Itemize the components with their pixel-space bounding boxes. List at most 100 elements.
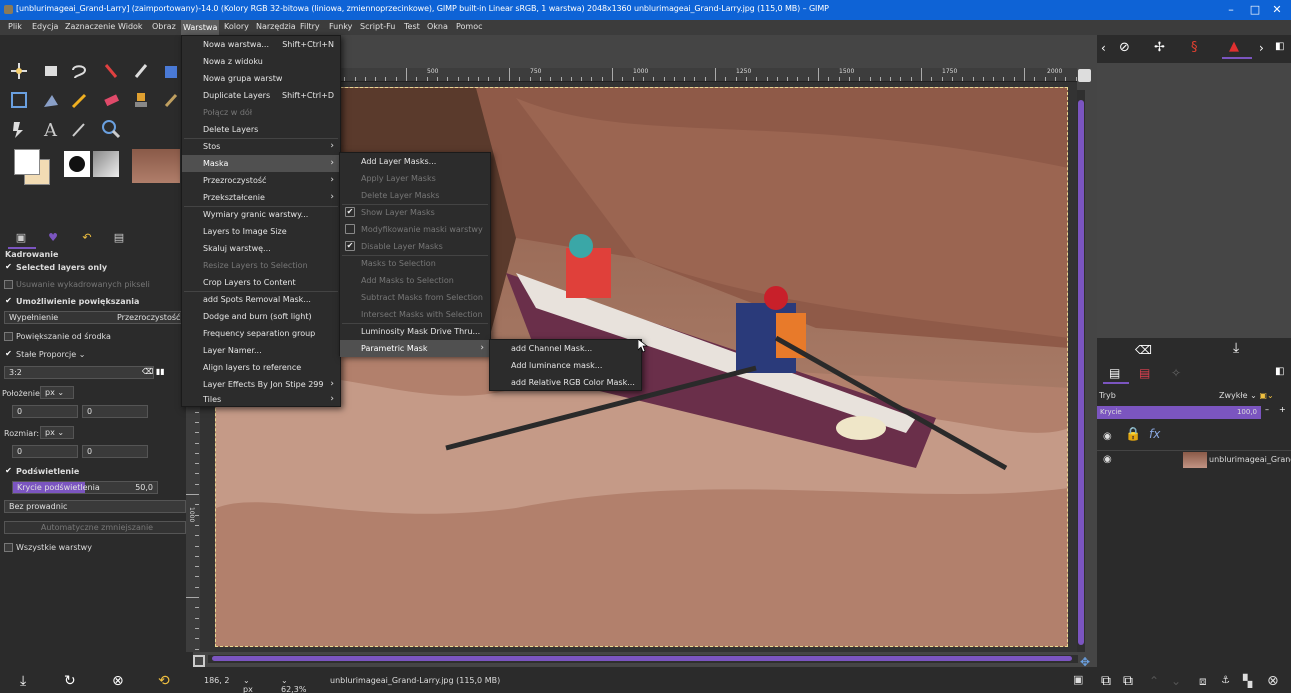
rect-select-tool-icon[interactable]	[40, 60, 62, 82]
layer-row[interactable]: ◉ unblurimageai_Grand-	[1097, 451, 1291, 469]
position-x-input[interactable]: 0	[12, 405, 78, 418]
fuzzy-select-tool-icon[interactable]	[100, 60, 122, 82]
undo-history-tab-icon[interactable]: ↶	[76, 231, 98, 247]
lock-icon[interactable]: 🔒	[1125, 427, 1141, 442]
fixed-mode-value[interactable]: Proporcje	[39, 350, 76, 359]
allow-growing-checkbox[interactable]: ✔ Umożliwienie powiększania	[4, 297, 139, 307]
delete-tool-preset-icon[interactable]: ⊗	[112, 673, 124, 689]
dodge-tool-icon[interactable]	[8, 118, 30, 140]
menu-windows[interactable]: Okna	[425, 22, 450, 31]
menu-select[interactable]: Zaznaczenie	[63, 22, 117, 31]
lower-layer-icon[interactable]: ⌄	[1171, 674, 1181, 688]
menu-item-add-layer-masks[interactable]: Add Layer Masks...	[340, 153, 490, 170]
menu-item-show-layer-masks[interactable]: ✔ Show Layer Masks	[340, 204, 490, 221]
anchor-icon[interactable]: ⚓	[1221, 675, 1230, 686]
highlight-checkbox[interactable]: ✔ Podświetlenie	[4, 467, 79, 477]
navigate-icon[interactable]: ✥	[1080, 655, 1092, 669]
menu-item-frequency-separation[interactable]: Frequency separation group	[182, 325, 340, 342]
image-thumbnail[interactable]	[132, 149, 180, 183]
menu-colors[interactable]: Kolory	[222, 22, 251, 31]
lasso-tool-icon[interactable]	[68, 60, 90, 82]
menu-help[interactable]: Pomoc	[454, 22, 485, 31]
all-layers-checkbox[interactable]: Wszystkie warstwy	[4, 543, 92, 552]
warning-icon[interactable]: ▲	[1229, 39, 1239, 54]
auto-shrink-button[interactable]: Automatyczne zmniejszanie	[4, 521, 186, 534]
unit-select[interactable]: px ⌄	[243, 676, 253, 693]
visibility-eye-icon[interactable]: ◉	[1103, 454, 1112, 465]
mask-icon[interactable]: ▚	[1243, 674, 1252, 688]
menu-item-add-rgb-color-mask[interactable]: add Relative RGB Color Mask...	[490, 374, 641, 391]
images-tab-icon[interactable]: ▤	[108, 231, 130, 247]
vertical-scroll-thumb[interactable]	[1078, 100, 1084, 645]
menu-item-resize-layers-to-selection[interactable]: Resize Layers to Selection	[182, 257, 340, 274]
reset-tool-preset-icon[interactable]: ⟲	[158, 673, 170, 689]
sample-points-icon[interactable]: §	[1191, 40, 1198, 55]
download-icon[interactable]: ⤓	[1233, 340, 1239, 356]
menu-item-delete-layer-masks[interactable]: Delete Layer Masks	[340, 187, 490, 204]
maximize-button[interactable]: □	[1248, 3, 1262, 17]
menu-test[interactable]: Test	[402, 22, 422, 31]
position-unit-select[interactable]: px ⌄	[40, 386, 74, 399]
tool-options-tab-icon[interactable]: ▣	[10, 231, 32, 247]
minimize-button[interactable]: –	[1224, 3, 1238, 17]
size-w-input[interactable]: 0	[12, 445, 78, 458]
opacity-slider[interactable]: Krycie 100,0	[1097, 406, 1261, 419]
menu-item-align-layers[interactable]: Align layers to reference	[182, 359, 340, 376]
zoom-fit-icon[interactable]	[1078, 69, 1091, 82]
clone-tool-icon[interactable]	[130, 89, 152, 111]
menu-item-layer-boundary-size[interactable]: Wymiary granic warstwy...	[182, 206, 340, 223]
new-layer-icon[interactable]: ⧉	[1101, 673, 1111, 689]
text-tool-icon[interactable]: A	[40, 118, 62, 141]
menu-item-layers-to-image-size[interactable]: Layers to Image Size	[182, 223, 340, 240]
zoom-select[interactable]: 62,3% ⌄	[281, 676, 306, 693]
horizontal-scroll-thumb[interactable]	[212, 656, 1072, 661]
fixed-checkbox[interactable]: ✔ Stałe Proporcje ⌄	[4, 350, 85, 360]
dock-menu-icon[interactable]: ◧	[1275, 41, 1284, 52]
channels-tab-icon[interactable]: ▤	[1139, 366, 1150, 380]
menu-layer[interactable]: Warstwa	[181, 20, 220, 35]
opacity-minus-button[interactable]: –	[1265, 405, 1269, 414]
restore-tool-preset-icon[interactable]: ↻	[64, 673, 76, 689]
delete-layer-icon[interactable]: ⊗	[1267, 673, 1279, 689]
fill-select[interactable]: Wypełnienie Przezroczystość	[4, 311, 184, 324]
menu-item-new-layer[interactable]: Nowa warstwa... Shift+Ctrl+N	[182, 36, 340, 53]
menu-view[interactable]: Widok	[116, 22, 145, 31]
menu-tools[interactable]: Narzędzia	[254, 22, 298, 31]
menu-item-transform[interactable]: Przekształcenie ›	[182, 189, 340, 206]
delete-cropped-checkbox[interactable]: Usuwanie wykadrowanych pikseli	[4, 280, 150, 289]
menu-item-tiles[interactable]: Tiles ›	[182, 391, 340, 408]
menu-item-luminosity-mask[interactable]: Luminosity Mask Drive Thru...	[340, 323, 490, 340]
ratio-input[interactable]: 3:2	[4, 366, 154, 379]
pointer-info-icon[interactable]: ✢	[1154, 40, 1165, 55]
chevron-right-icon[interactable]: ›	[1259, 41, 1264, 55]
device-status-tab-icon[interactable]: ♥	[42, 231, 64, 247]
menu-item-crop-layers-to-content[interactable]: Crop Layers to Content	[182, 274, 340, 291]
pencil-tool-icon[interactable]	[68, 89, 90, 111]
mode-switch-icon[interactable]: ▣⌄	[1259, 391, 1273, 400]
menu-filters[interactable]: Filtry	[298, 22, 322, 31]
warp-tool-icon[interactable]	[40, 89, 62, 111]
size-unit-select[interactable]: px ⌄	[40, 426, 74, 439]
menu-item-stack[interactable]: Stos ›	[182, 138, 340, 155]
menu-item-add-channel-mask[interactable]: add Channel Mask...	[490, 340, 641, 357]
menu-item-subtract-masks[interactable]: Subtract Masks from Selection	[340, 289, 490, 306]
menu-item-merge-down[interactable]: Połącz w dół	[182, 104, 340, 121]
highlight-opacity-slider[interactable]: Krycie podświetlenia 50,0	[12, 481, 158, 494]
menu-item-mask[interactable]: Maska ›	[182, 155, 340, 172]
menu-item-new-from-visible[interactable]: Nowa z widoku	[182, 53, 340, 70]
menu-funky[interactable]: Funky	[327, 22, 354, 31]
smudge-tool-icon[interactable]	[160, 89, 182, 111]
fx-icon[interactable]: fx	[1149, 427, 1160, 441]
menu-edit[interactable]: Edycja	[30, 22, 60, 31]
bucket-tool-icon[interactable]	[160, 60, 182, 82]
opacity-plus-button[interactable]: +	[1279, 405, 1286, 414]
size-h-input[interactable]: 0	[82, 445, 148, 458]
guides-select[interactable]: Bez prowadnic	[4, 500, 186, 513]
color-picker-tool-icon[interactable]	[68, 118, 90, 140]
clock-icon[interactable]: ⊘	[1119, 40, 1130, 55]
menu-item-transparency[interactable]: Przezroczystość ›	[182, 172, 340, 189]
menu-script-fu[interactable]: Script-Fu	[358, 22, 397, 31]
close-button[interactable]: ✕	[1270, 3, 1284, 17]
save-tool-preset-icon[interactable]: ⤓	[20, 673, 26, 689]
menu-item-masks-to-selection[interactable]: Masks to Selection	[340, 255, 490, 272]
